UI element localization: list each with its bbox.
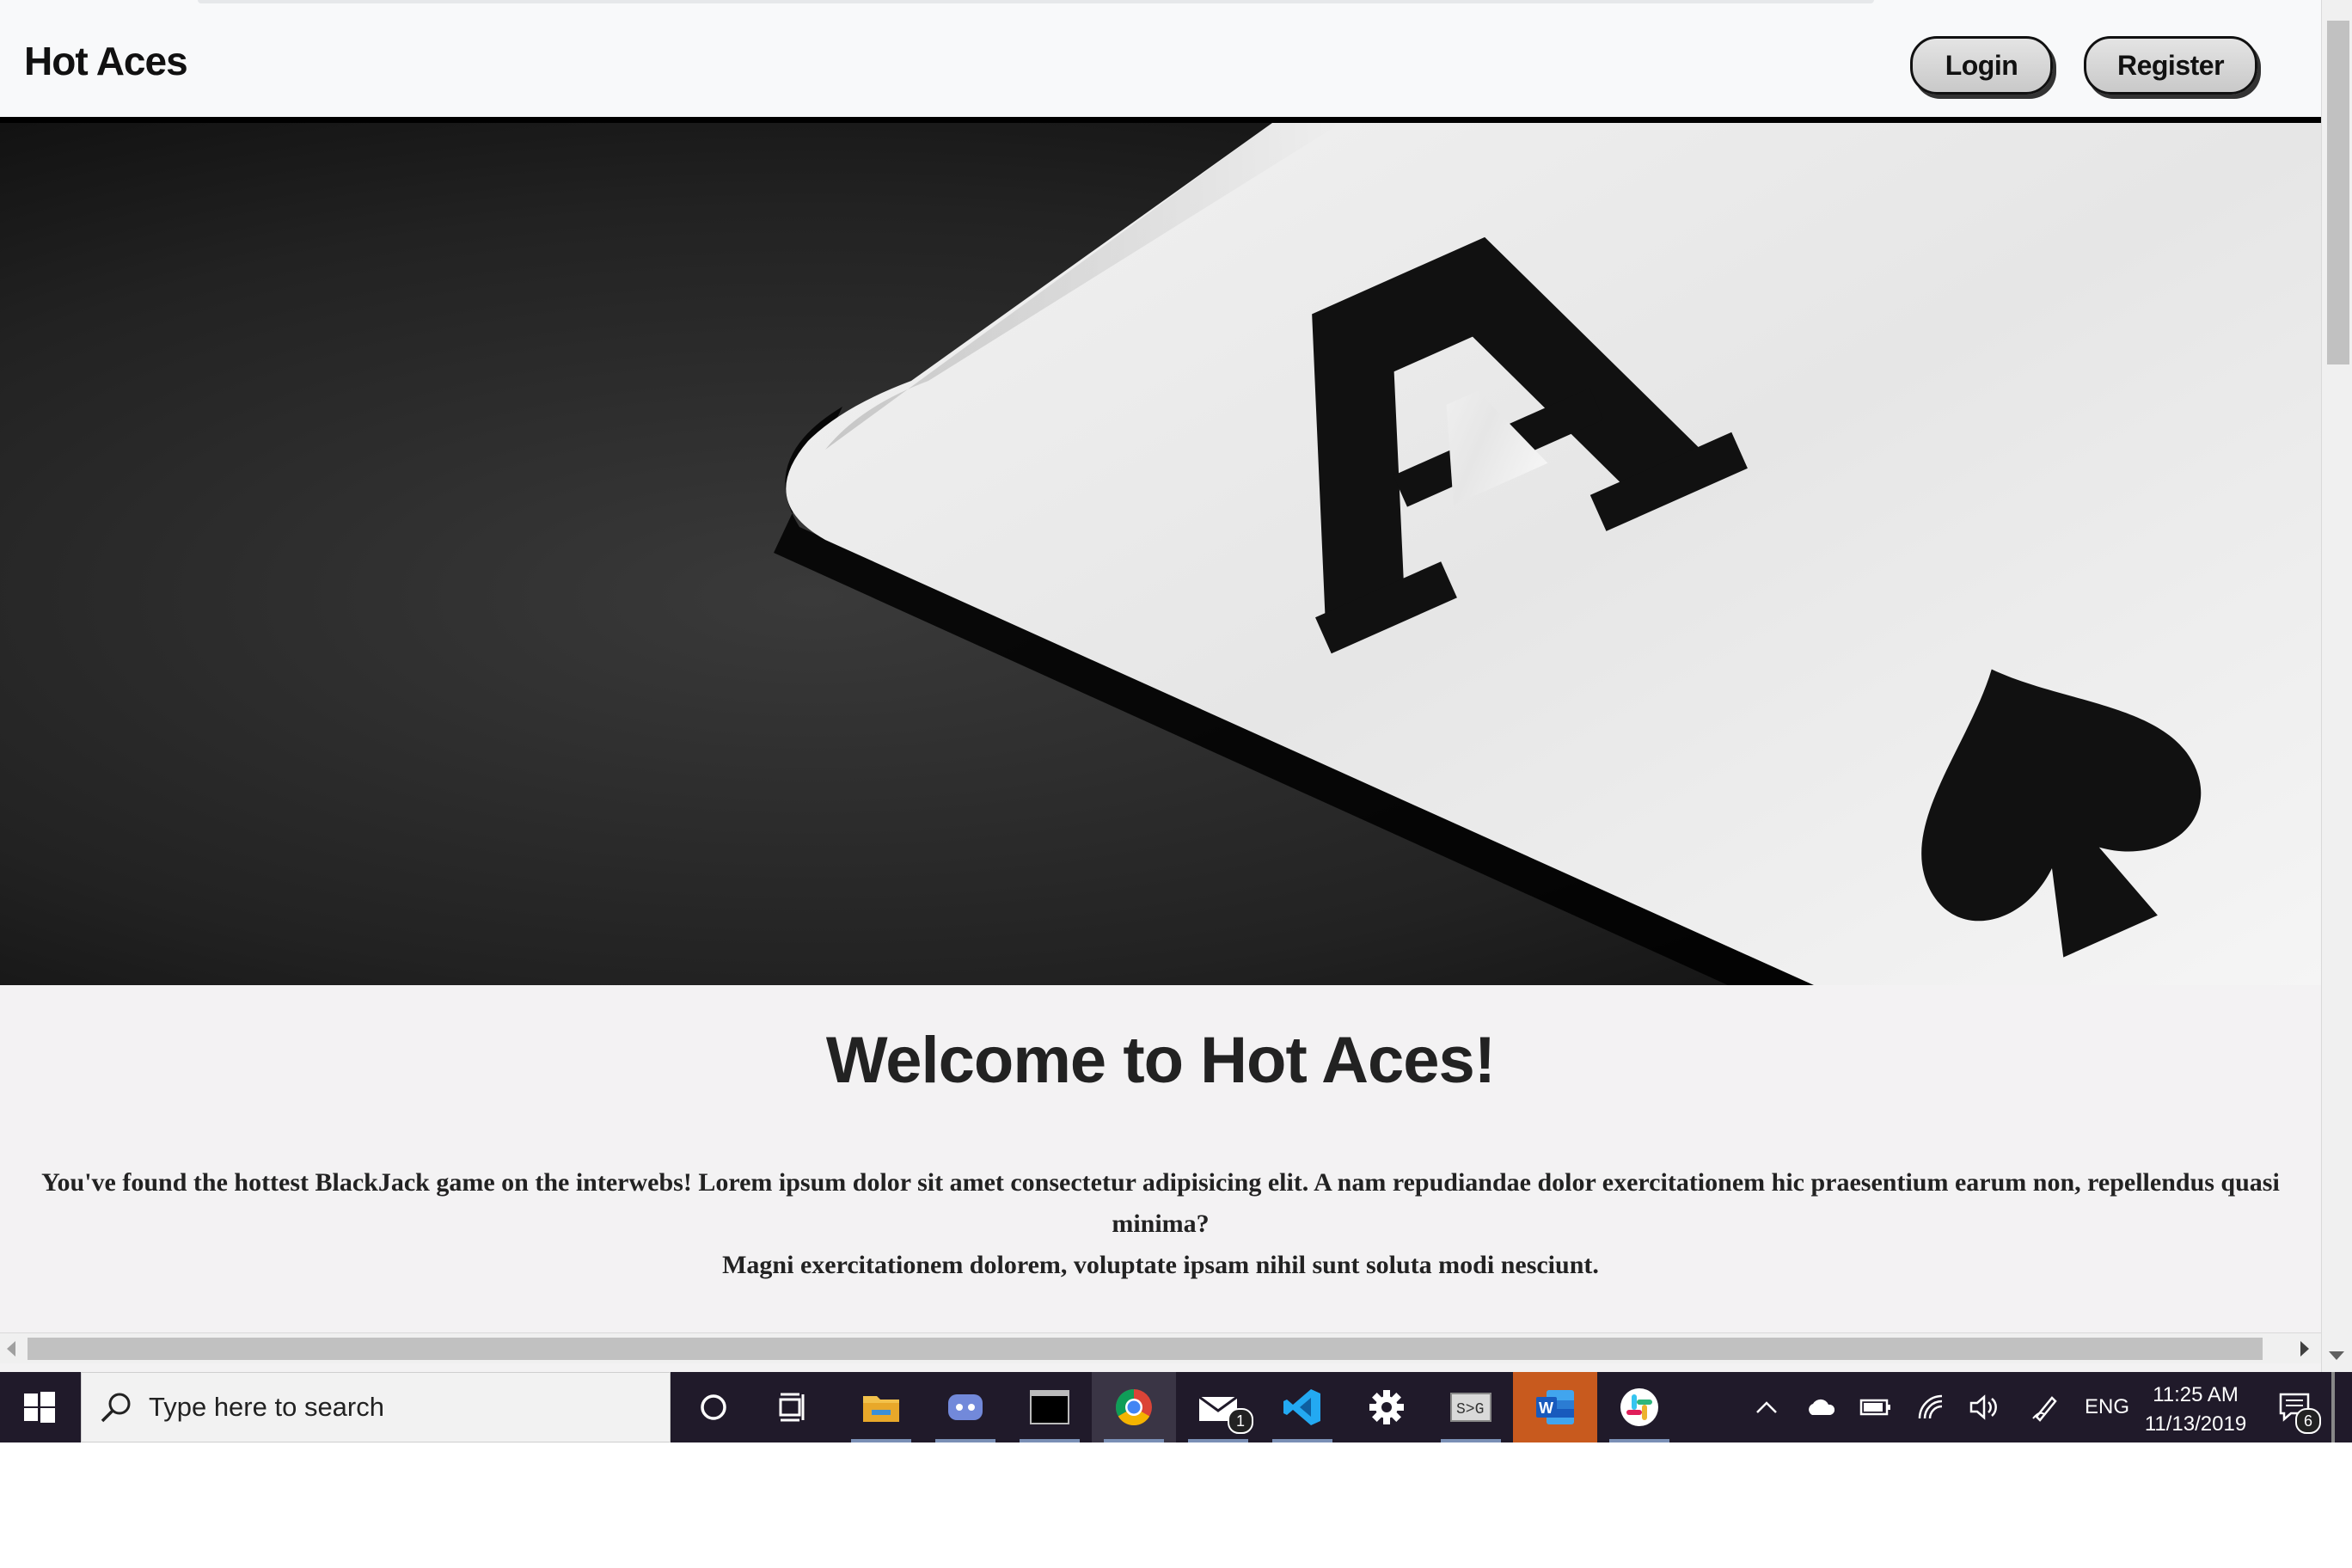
mail-badge: 1 [1228, 1408, 1253, 1434]
chevron-up-icon [1756, 1401, 1777, 1413]
search-placeholder: Type here to search [149, 1392, 384, 1422]
vscode-icon [1283, 1389, 1320, 1425]
slack-icon [1620, 1388, 1658, 1426]
start-button[interactable] [0, 1372, 79, 1442]
windows-taskbar: Type here to search 1 S>G W ENG 11:25 AM… [0, 1372, 2352, 1442]
discord-button[interactable] [923, 1372, 1008, 1442]
word-icon: W [1536, 1390, 1574, 1424]
wifi-icon [1918, 1394, 1943, 1419]
svg-text:W: W [1539, 1400, 1553, 1417]
intro-line-2: Magni exercitationem dolorem, voluptate … [722, 1251, 1599, 1279]
login-button[interactable]: Login [1910, 36, 2053, 95]
pen-workspace-button[interactable] [2022, 1372, 2070, 1442]
top-strip [0, 0, 2321, 12]
scroll-down-arrow-icon[interactable] [2329, 1351, 2344, 1360]
navbar: Hot Aces Login Register [0, 12, 2321, 123]
hero-image [0, 123, 2321, 985]
onedrive-button[interactable] [1797, 1372, 1845, 1442]
taskbar-clock[interactable]: 11:25 AM 11/13/2019 [2135, 1381, 2256, 1439]
svg-text:S>G: S>G [1456, 1401, 1484, 1418]
wifi-button[interactable] [1907, 1372, 1955, 1442]
scroll-left-arrow-icon[interactable] [7, 1341, 15, 1357]
discord-icon [948, 1394, 983, 1420]
mail-button[interactable]: 1 [1176, 1372, 1260, 1442]
terminal-icon [1030, 1390, 1069, 1424]
notification-badge: 6 [2295, 1408, 2321, 1434]
search-icon [101, 1393, 131, 1423]
register-button[interactable]: Register [2084, 36, 2257, 95]
welcome-heading: Welcome to Hot Aces! [825, 1024, 1496, 1097]
cortana-button[interactable] [671, 1372, 756, 1442]
taskbar-search-box[interactable]: Type here to search [81, 1372, 671, 1442]
volume-button[interactable] [1960, 1372, 2008, 1442]
language-indicator[interactable]: ENG [2079, 1372, 2135, 1442]
slack-button[interactable] [1597, 1372, 1681, 1442]
clock-date: 11/13/2019 [2144, 1412, 2247, 1436]
intro-paragraph: You've found the hottest BlackJack game … [9, 1162, 2312, 1286]
cloud-icon [1809, 1399, 1835, 1415]
vertical-scrollbar[interactable] [2321, 0, 2352, 1372]
vertical-scroll-thumb[interactable] [2327, 21, 2349, 364]
web-page: Hot Aces Login Register Welcome to Hot A… [0, 0, 2321, 1332]
chrome-icon [1115, 1389, 1152, 1426]
vscode-button[interactable] [1260, 1372, 1344, 1442]
battery-button[interactable] [1852, 1372, 1900, 1442]
battery-icon [1859, 1399, 1890, 1416]
speaker-icon [1969, 1394, 1997, 1420]
action-center-button[interactable]: 6 [2269, 1372, 2321, 1442]
windows-logo-icon [24, 1392, 55, 1423]
welcome-section: Welcome to Hot Aces! You've found the ho… [0, 985, 2321, 1332]
horizontal-scrollbar[interactable] [0, 1332, 2321, 1364]
snipping-tool-button[interactable]: S>G [1429, 1372, 1513, 1442]
brand-logo[interactable]: Hot Aces [24, 38, 188, 84]
task-view-icon [779, 1393, 805, 1422]
ace-of-spades-card-image [0, 123, 2321, 985]
scroll-right-arrow-icon[interactable] [2300, 1341, 2309, 1357]
word-button[interactable]: W [1513, 1372, 1597, 1442]
file-explorer-icon [863, 1396, 899, 1422]
clock-time: 11:25 AM [2153, 1383, 2239, 1406]
horizontal-scroll-thumb[interactable] [28, 1338, 2263, 1360]
show-hidden-icons-button[interactable] [1745, 1372, 1788, 1442]
intro-line-1: You've found the hottest BlackJack game … [41, 1168, 2280, 1238]
file-explorer-button[interactable] [839, 1372, 923, 1442]
snipping-tool-icon: S>G [1450, 1393, 1491, 1422]
terminal-button[interactable] [1008, 1372, 1092, 1442]
settings-button[interactable] [1344, 1372, 1429, 1442]
settings-icon [1369, 1390, 1404, 1424]
cortana-icon [701, 1394, 726, 1420]
pen-icon [2032, 1396, 2057, 1422]
show-desktop-button[interactable] [2331, 1372, 2335, 1442]
chrome-button[interactable] [1092, 1372, 1176, 1442]
task-view-button[interactable] [753, 1372, 837, 1442]
